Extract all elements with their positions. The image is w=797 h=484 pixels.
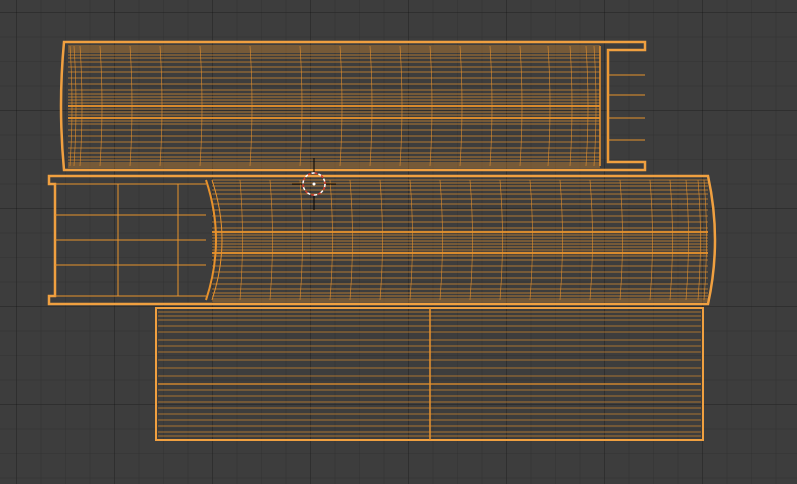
wire-edge: [269, 179, 273, 301]
wire-edge: [499, 179, 503, 301]
mesh-object-top-cylinder[interactable]: [59, 40, 647, 172]
wire-edge: [409, 179, 413, 301]
mesh-object-middle-cylinder[interactable]: [47, 174, 717, 306]
wire-edge: [329, 179, 333, 301]
wire-edge: [239, 179, 243, 301]
wire-edge: [469, 179, 473, 301]
wire-edge: [589, 179, 593, 301]
wire-edge: [439, 179, 443, 301]
wire-edge: [349, 179, 353, 301]
wire-edge: [559, 179, 563, 301]
viewport-canvas[interactable]: [0, 0, 797, 484]
wire-edge: [529, 179, 533, 301]
wire-edge: [649, 179, 653, 301]
wire-edge: [697, 179, 701, 301]
mesh-object-bottom-box[interactable]: [155, 307, 704, 441]
3d-cursor-icon[interactable]: [292, 158, 336, 210]
wire-edge: [685, 179, 689, 301]
3d-viewport[interactable]: [0, 0, 797, 484]
wire-edge: [299, 179, 303, 301]
wire-edge: [669, 179, 673, 301]
wire-edge: [703, 179, 707, 301]
wire-edge: [619, 179, 623, 301]
wire-edge: [379, 179, 383, 301]
